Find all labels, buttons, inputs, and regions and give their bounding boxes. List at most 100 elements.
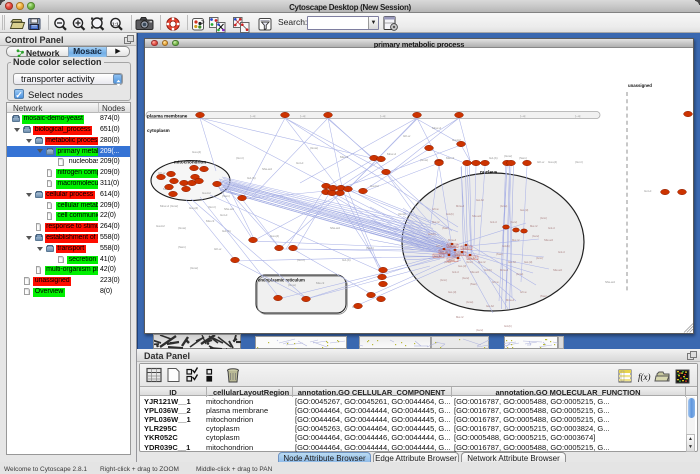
svg-text:(Gmr): (Gmr) [466, 260, 473, 264]
svg-text:Gw-b2: Gw-b2 [486, 304, 494, 308]
svg-text:(Gvw): (Gvw) [532, 234, 539, 238]
svg-text:plasma membrane: plasma membrane [147, 113, 188, 118]
svg-text:Gd-(b): Gd-(b) [489, 156, 498, 160]
svg-text:Gnl-d: Gnl-d [558, 250, 565, 254]
svg-text:Gw-(d): Gw-(d) [448, 290, 456, 294]
svg-text:Gnl-d: Gnl-d [452, 270, 459, 274]
svg-text:Sfw-wd: Sfw-wd [553, 268, 562, 272]
svg-text:(Gvw): (Gvw) [310, 146, 318, 150]
svg-text:Gd-(b): Gd-(b) [342, 258, 351, 262]
svg-text:Sfw-wd: Sfw-wd [262, 167, 272, 171]
svg-text:Gw-(d): Gw-(d) [548, 160, 557, 164]
svg-text:Gw-(d): Gw-(d) [524, 260, 532, 264]
svg-text:Gd-(b): Gd-(b) [446, 212, 454, 216]
svg-text:Mw-r2: Mw-r2 [512, 238, 520, 242]
svg-text:Gw-b2: Gw-b2 [202, 191, 211, 195]
svg-text:Gw-b2: Gw-b2 [508, 260, 516, 264]
svg-text:Mnw-d: Mnw-d [432, 126, 441, 130]
svg-text:Sfw-wd: Sfw-wd [544, 238, 553, 242]
svg-text:Sfw-wd: Sfw-wd [470, 270, 479, 274]
svg-text:Mw-r2: Mw-r2 [456, 315, 464, 319]
svg-text:(Gnw): (Gnw) [516, 272, 523, 276]
svg-text:(Gnw): (Gnw) [504, 154, 512, 158]
svg-text:Mnw-d: Mnw-d [160, 204, 169, 208]
svg-text:Sfw-wd: Sfw-wd [224, 207, 234, 211]
svg-text:Sfw-wd: Sfw-wd [330, 226, 340, 230]
svg-text:Gnl-d: Gnl-d [644, 189, 652, 193]
svg-text:Gfr-w: Gfr-w [432, 207, 439, 211]
svg-text:Gw-b2: Gw-b2 [370, 184, 379, 188]
svg-text:Gfr-w: Gfr-w [436, 244, 443, 248]
svg-text:(Gnw): (Gnw) [466, 300, 473, 304]
svg-text:Gw-b2: Gw-b2 [434, 254, 442, 258]
svg-text:Gw-(d): Gw-(d) [458, 264, 466, 268]
svg-text:Mw-r2: Mw-r2 [340, 155, 349, 159]
svg-text:Gfr-w: Gfr-w [537, 160, 545, 164]
svg-text:cytoplasm: cytoplasm [147, 128, 170, 133]
svg-text:[--o]: [--o] [380, 114, 386, 118]
svg-text:(Swn): (Swn) [442, 226, 449, 230]
svg-text:Mnw-d: Mnw-d [506, 298, 515, 302]
svg-text:(Swn): (Swn) [178, 245, 186, 249]
svg-text:(Gnw): (Gnw) [190, 266, 198, 270]
svg-text:[--o]: [--o] [575, 114, 581, 118]
svg-text:(Swn): (Swn) [470, 282, 477, 286]
svg-text:(Gnw): (Gnw) [398, 212, 406, 216]
svg-text:Mnw-d: Mnw-d [448, 238, 457, 242]
svg-text:(Gmr): (Gmr) [540, 216, 547, 220]
svg-text:Gd-(b): Gd-(b) [502, 244, 510, 248]
svg-text:(Gnw): (Gnw) [170, 204, 178, 208]
svg-text:Gnl-d: Gnl-d [296, 161, 304, 165]
svg-text:Gd-(b): Gd-(b) [504, 324, 512, 328]
svg-text:(Gnw): (Gnw) [500, 204, 507, 208]
svg-text:Gw-(d): Gw-(d) [189, 206, 198, 210]
svg-text:nucleus: nucleus [480, 170, 498, 175]
svg-text:Gd-(b): Gd-(b) [222, 229, 231, 233]
svg-text:(Gvw): (Gvw) [462, 276, 469, 280]
svg-text:1:1: 1:1 [112, 22, 119, 27]
svg-text:Gfr-w: Gfr-w [214, 247, 222, 251]
svg-text:Gw-b2: Gw-b2 [156, 224, 165, 228]
svg-text:Sfw-wd: Sfw-wd [472, 214, 481, 218]
svg-text:Gfr-w: Gfr-w [520, 290, 527, 294]
svg-text:[--o]: [--o] [300, 114, 306, 118]
svg-text:(Gvw): (Gvw) [178, 226, 186, 230]
svg-text:(Gvw): (Gvw) [288, 283, 296, 287]
svg-text:(Swn): (Swn) [496, 252, 503, 256]
svg-text:(Gmr): (Gmr) [208, 205, 216, 209]
svg-text:Mw-r2: Mw-r2 [446, 156, 455, 160]
svg-text:Gw-(d): Gw-(d) [440, 250, 448, 254]
svg-text:Gnl-d: Gnl-d [490, 220, 497, 224]
svg-text:(Swn): (Swn) [366, 246, 374, 250]
svg-text:mitochondrion: mitochondrion [174, 160, 206, 165]
svg-text:(Gmr): (Gmr) [440, 278, 447, 282]
svg-text:Sfw-wd: Sfw-wd [605, 280, 615, 284]
svg-text:(Gvw): (Gvw) [476, 328, 483, 332]
svg-text:Gw-(d): Gw-(d) [192, 150, 201, 154]
svg-text:Gw-(d): Gw-(d) [520, 208, 528, 212]
svg-text:(Gmr): (Gmr) [236, 156, 244, 160]
svg-text:(Gvw): (Gvw) [510, 220, 517, 224]
svg-text:Mw-r2: Mw-r2 [316, 281, 325, 285]
svg-text:(Swn): (Swn) [222, 194, 230, 198]
svg-text:Gfr-w: Gfr-w [492, 280, 499, 284]
svg-text:Gd-(b): Gd-(b) [247, 176, 256, 180]
svg-text:Mw-r2: Mw-r2 [478, 260, 486, 264]
svg-text:Gnl-d: Gnl-d [220, 213, 228, 217]
svg-text:Mnw-d: Mnw-d [387, 152, 396, 156]
svg-text:Gfr-w: Gfr-w [403, 134, 411, 138]
svg-text:Gw-(d): Gw-(d) [270, 234, 279, 238]
svg-text:unassigned: unassigned [628, 83, 652, 88]
svg-text:(Swn): (Swn) [540, 294, 547, 298]
svg-text:Gd-(b): Gd-(b) [428, 232, 436, 236]
svg-text:(Gvw): (Gvw) [420, 158, 428, 162]
svg-text:[--o]: [--o] [250, 114, 256, 118]
svg-text:Mw-r2: Mw-r2 [530, 224, 538, 228]
svg-text:(Gvw): (Gvw) [448, 258, 455, 262]
svg-text:Gnl-d: Gnl-d [548, 226, 555, 230]
svg-text:Mw-r2: Mw-r2 [432, 220, 440, 224]
svg-text:Gd-(b): Gd-(b) [484, 268, 492, 272]
svg-text:(Gmr): (Gmr) [536, 256, 543, 260]
svg-text:(Gmr): (Gmr) [575, 160, 583, 164]
svg-text:Gw-b2: Gw-b2 [468, 256, 476, 260]
